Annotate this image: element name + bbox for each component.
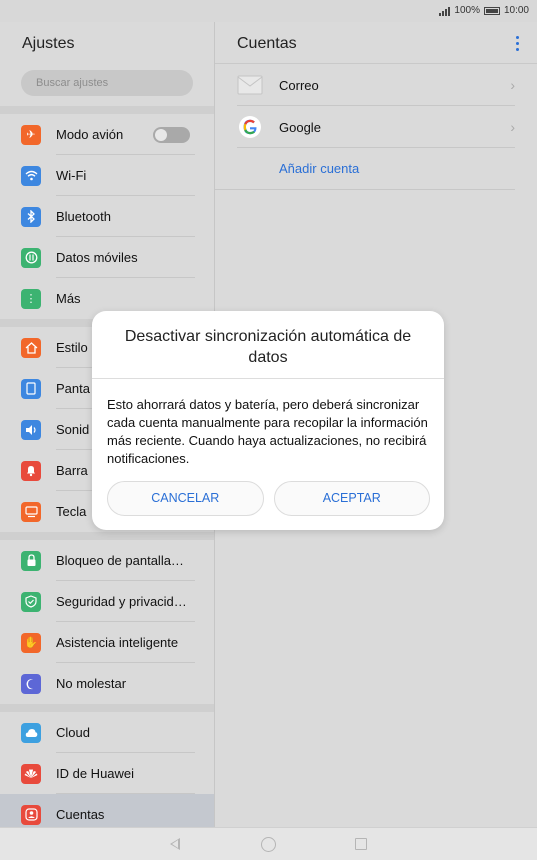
account-label: Google xyxy=(279,119,321,135)
settings-item-label: Barra xyxy=(56,463,88,478)
settings-item-lock-screen[interactable]: Bloqueo de pantalla… xyxy=(0,540,214,581)
airplane-toggle[interactable] xyxy=(153,127,190,143)
chevron-right-icon: › xyxy=(510,119,515,135)
mobile-data-icon xyxy=(21,247,41,268)
lock-icon xyxy=(21,550,41,571)
divider xyxy=(237,147,515,148)
settings-item-cloud[interactable]: Cloud xyxy=(0,712,214,753)
settings-title: Ajustes xyxy=(22,35,75,52)
settings-item-label: Tecla xyxy=(56,504,87,519)
settings-item-label: Datos móviles xyxy=(56,250,138,265)
settings-item-label: Cloud xyxy=(56,725,90,740)
navigation-bar xyxy=(0,827,537,860)
settings-item-label: Panta xyxy=(56,381,90,396)
account-icon xyxy=(21,804,41,825)
group-separator xyxy=(0,532,214,540)
settings-item-label: ID de Huawei xyxy=(56,766,135,781)
settings-item-huawei-id[interactable]: ID de Huawei xyxy=(0,753,214,794)
account-row-google[interactable]: Google › xyxy=(215,106,537,148)
settings-item-label: Más xyxy=(56,291,81,306)
bluetooth-icon xyxy=(21,206,41,227)
battery-icon xyxy=(483,6,500,15)
airplane-icon: ✈ xyxy=(21,124,41,145)
accounts-title-text: Cuentas xyxy=(237,35,297,52)
settings-item-label: Bluetooth xyxy=(56,209,111,224)
more-options-icon[interactable] xyxy=(516,36,520,54)
moon-icon xyxy=(21,673,41,694)
sound-icon xyxy=(21,419,41,440)
clock: 10:00 xyxy=(503,5,529,16)
settings-item-label: Estilo xyxy=(56,340,88,355)
search-input[interactable]: Buscar ajustes xyxy=(21,70,193,96)
settings-item-accounts[interactable]: Cuentas xyxy=(0,794,214,827)
dialog-message: Esto ahorrará datos y batería, pero debe… xyxy=(107,397,428,466)
disable-sync-dialog: Desactivar sincronización automática de … xyxy=(92,311,444,530)
accounts-title: Cuentas xyxy=(215,22,537,64)
google-icon xyxy=(237,114,263,140)
settings-item-label: Sonid xyxy=(56,422,90,437)
settings-item-wifi[interactable]: Wi-Fi xyxy=(0,155,214,196)
settings-item-bluetooth[interactable]: Bluetooth xyxy=(0,196,214,237)
account-row-mail[interactable]: Correo › xyxy=(215,64,537,106)
home-style-icon xyxy=(21,337,41,358)
settings-item-label: Wi-Fi xyxy=(56,168,87,183)
settings-item-label: Seguridad y privacid… xyxy=(56,594,187,609)
accept-button[interactable]: ACEPTAR xyxy=(273,481,430,516)
settings-item-label: Modo avión xyxy=(56,127,124,142)
battery-percent: 100% xyxy=(454,5,480,16)
shield-icon xyxy=(21,591,41,612)
cancel-button[interactable]: CANCELAR xyxy=(107,481,264,516)
display-icon xyxy=(21,378,41,399)
settings-item-label: Asistencia inteligente xyxy=(56,635,179,650)
settings-item-security[interactable]: Seguridad y privacid… xyxy=(0,581,214,622)
back-icon[interactable] xyxy=(170,838,180,850)
group-separator xyxy=(0,704,214,712)
recent-apps-icon[interactable] xyxy=(355,838,367,850)
keyboard-icon xyxy=(21,501,41,522)
cloud-icon xyxy=(21,722,41,743)
huawei-icon xyxy=(21,763,41,784)
dialog-buttons: CANCELAR ACEPTAR xyxy=(107,481,430,516)
status-bar: 100% 10:00 xyxy=(0,0,537,22)
account-label: Correo xyxy=(279,77,319,93)
wifi-icon xyxy=(21,165,41,186)
notification-bell-icon xyxy=(21,460,41,481)
settings-item-do-not-disturb[interactable]: No molestar xyxy=(0,663,214,704)
mail-icon xyxy=(237,72,263,98)
chevron-right-icon: › xyxy=(510,77,515,93)
more-icon: ⋮ xyxy=(21,288,41,309)
status-right: 100% 10:00 xyxy=(439,5,529,16)
settings-item-airplane[interactable]: ✈ Modo avión xyxy=(0,114,214,155)
signal-icon xyxy=(439,6,451,16)
dialog-title: Desactivar sincronización automática de … xyxy=(92,311,444,379)
settings-item-label: Bloqueo de pantalla… xyxy=(56,553,184,568)
add-account-link[interactable]: Añadir cuenta xyxy=(215,148,515,190)
settings-item-mobile-data[interactable]: Datos móviles xyxy=(0,237,214,278)
group-separator xyxy=(0,106,214,114)
settings-item-label: Cuentas xyxy=(56,807,105,822)
hand-icon: ✋ xyxy=(21,632,41,653)
home-icon[interactable] xyxy=(261,837,276,852)
settings-item-smart-assistance[interactable]: ✋ Asistencia inteligente xyxy=(0,622,214,663)
settings-item-label: No molestar xyxy=(56,676,127,691)
